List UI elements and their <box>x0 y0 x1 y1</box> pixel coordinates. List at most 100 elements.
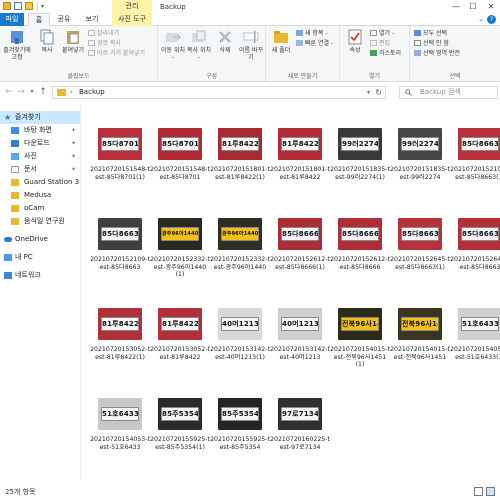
file-item[interactable]: 전북96사1451 20210720154015-test-전북96사1451(1… <box>330 284 390 374</box>
file-name: 20210720151548-test-85다8701(1) <box>90 166 150 181</box>
history-button[interactable]: 히스토리 <box>370 50 401 58</box>
properties-button[interactable]: 속성 <box>342 29 368 54</box>
details-view-icon[interactable] <box>474 487 483 496</box>
recent-chevron-icon[interactable]: ▾ <box>27 87 37 97</box>
file-item[interactable]: 85다8701 20210720151548-test-85다8701 <box>150 104 210 194</box>
file-item[interactable]: 85주5354 20210720155925-test-85주5354(1) <box>150 374 210 464</box>
new-item-button[interactable]: 새 항목 - <box>296 30 328 38</box>
image-thumbnail: 51호6433 <box>98 398 142 430</box>
file-item[interactable]: 51호6433 20210720154053-test-51호6433 <box>90 374 150 464</box>
chevron-down-icon[interactable]: ▾ <box>41 3 44 10</box>
breadcrumb-backup[interactable]: Backup <box>79 87 105 98</box>
file-item[interactable]: 광주96아1440 20210720152332-test-광주96아1440(1… <box>150 194 210 284</box>
file-item[interactable]: 81루8422 20210720153052-test-81루8422(1) <box>90 284 150 374</box>
file-name: 20210720154015-test-전북96사1451 <box>390 346 450 361</box>
paste-shortcut-button[interactable]: 바로 가기 붙여넣기 <box>88 50 145 58</box>
select-all-button[interactable]: 모두 선택 <box>414 30 447 38</box>
organize-group: 이동 위치 - 복사 위치 - 삭제 이름 바꾸기 구성 <box>158 26 266 82</box>
license-plate-text: 51호6433 <box>461 317 499 331</box>
tab-home[interactable]: 홈 <box>28 13 50 27</box>
minimize-button[interactable]: — <box>450 1 462 12</box>
large-icons-view-icon[interactable] <box>486 487 495 496</box>
copy-path-button[interactable]: 경로 복사 <box>88 40 121 48</box>
file-item[interactable]: 85주5354 20210720155925-test-85주5354 <box>210 374 270 464</box>
file-name: 20210720152109-test-85다8663 <box>90 256 150 271</box>
nav-item-research[interactable]: 음식일 연구원 <box>0 215 80 228</box>
paste-button[interactable]: 붙여넣기 <box>60 29 86 54</box>
tab-view[interactable]: 보기 <box>82 13 102 26</box>
file-item[interactable]: 81루8422 20210720151801-test-81루8422 <box>270 104 330 194</box>
tab-picture-tools[interactable]: 사진 도구 <box>112 13 152 26</box>
nav-item-quick-access[interactable]: ★ 즐겨찾기 <box>0 111 80 124</box>
close-button[interactable]: ✕ <box>485 1 497 12</box>
file-item[interactable]: 85다8663 20210720152645-test-85다8663 <box>450 194 500 284</box>
delete-button[interactable]: 삭제 <box>212 29 238 54</box>
file-item[interactable]: 81루8422 20210720153052-test-81루8422 <box>150 284 210 374</box>
address-bar[interactable]: › Backup ▾ ↻ <box>52 86 386 99</box>
invert-selection-button[interactable]: 선택 영역 반전 <box>414 50 460 58</box>
pin-icon[interactable]: ✦ <box>71 124 76 137</box>
file-item[interactable]: 99러2274 20210720151835-test-99러2274 <box>390 104 450 194</box>
nav-item-downloads[interactable]: 다운로드 ✦ <box>0 137 80 150</box>
file-item[interactable]: 85다8666 20210720152612-test-85다8666 <box>330 194 390 284</box>
up-arrow-icon[interactable]: ↑ <box>38 87 48 97</box>
file-item[interactable]: 40머1213 20210720153142-test-40머1213 <box>270 284 330 374</box>
nav-item-documents[interactable]: 문서 ✦ <box>0 163 80 176</box>
file-item[interactable]: 광주96아1440 20210720152332-test-광주96아1440 <box>210 194 270 284</box>
file-item[interactable]: 51호6433 20210720154053-test-51호6433(1) <box>450 284 500 374</box>
open-button[interactable]: 열기 - <box>370 30 394 38</box>
pin-icon[interactable]: ✦ <box>71 163 76 176</box>
easy-access-button[interactable]: 빠른 연결 - <box>296 40 333 48</box>
nav-item-ocam[interactable]: oCam <box>0 202 80 215</box>
tab-file[interactable]: 파일 <box>0 13 24 26</box>
move-to-button[interactable]: 이동 위치 - <box>160 29 186 61</box>
image-thumbnail: 85다8663 <box>458 218 500 250</box>
edit-button[interactable]: 편집 <box>370 40 390 48</box>
file-item[interactable]: 85다8663 20210720152109-test-85다8663(1) <box>450 104 500 194</box>
nav-item-desktop[interactable]: 바탕 화면 ✦ <box>0 124 80 137</box>
new-folder-icon[interactable] <box>25 2 33 10</box>
search-input[interactable]: Backup 검색 <box>399 86 498 99</box>
help-icon[interactable]: ? <box>487 15 496 24</box>
maximize-button[interactable]: ☐ <box>467 1 479 12</box>
file-item[interactable]: 85다8701 20210720151548-test-85다8701(1) <box>90 104 150 194</box>
image-thumbnail: 40머1213 <box>218 308 262 340</box>
new-folder-button[interactable]: 새 폴더 <box>268 29 294 54</box>
nav-item-guard-station[interactable]: Guard Station 3 <box>0 176 80 189</box>
folder-icon[interactable] <box>3 2 11 10</box>
nav-item-medusa[interactable]: Medusa <box>0 189 80 202</box>
nav-item-pictures[interactable]: 사진 ✦ <box>0 150 80 163</box>
cut-button[interactable]: 잘라내기 <box>88 30 119 38</box>
select-none-button[interactable]: 선택 안 함 <box>414 40 449 48</box>
group-label: 새로 만들기 <box>287 73 318 80</box>
collapse-ribbon-icon[interactable]: ⌄ <box>478 15 484 23</box>
pin-icon[interactable]: ✦ <box>71 137 76 150</box>
back-arrow-icon[interactable]: ← <box>4 87 14 97</box>
file-item[interactable]: 81루8422 20210720151801-test-81루8422(1) <box>210 104 270 194</box>
pin-quick-access-button[interactable]: 즐겨찾기에 고정 <box>2 29 32 61</box>
nav-item-onedrive[interactable]: OneDrive <box>0 233 80 246</box>
file-item[interactable]: 85다8663 20210720152645-test-85다8663(1) <box>390 194 450 284</box>
image-thumbnail: 81루8422 <box>98 308 142 340</box>
file-item[interactable]: 85다8663 20210720152109-test-85다8663 <box>90 194 150 284</box>
file-item[interactable]: 85다8666 20210720152612-test-85다8666(1) <box>270 194 330 284</box>
select-none-icon <box>414 40 421 46</box>
rename-button[interactable]: 이름 바꾸기 <box>238 29 264 61</box>
refresh-icon[interactable]: ↻ <box>375 87 382 98</box>
pin-icon[interactable]: ✦ <box>71 150 76 163</box>
tab-share[interactable]: 공유 <box>54 13 74 26</box>
forward-arrow-icon[interactable]: → <box>16 87 26 97</box>
file-item[interactable]: 전북96사1451 20210720154015-test-전북96사1451 <box>390 284 450 374</box>
copy-button[interactable]: 복사 <box>34 29 60 54</box>
file-item[interactable]: 99러2274 20210720151835-test-99러2274(1) <box>330 104 390 194</box>
nav-item-this-pc[interactable]: 내 PC <box>0 251 80 264</box>
copy-to-button[interactable]: 복사 위치 - <box>186 29 212 61</box>
nav-item-network[interactable]: 네트워크 <box>0 269 80 282</box>
file-item[interactable]: 40머1213 20210720153142-test-40머1213(1) <box>210 284 270 374</box>
paste-icon <box>65 29 81 45</box>
history-icon <box>370 50 377 56</box>
chevron-down-icon[interactable]: ▾ <box>367 87 370 98</box>
properties-check-icon[interactable] <box>14 2 22 10</box>
clipboard-group: 즐겨찾기에 고정 복사 붙여넣기 잘라내기 경로 복사 바로 가기 붙여넣기 클… <box>0 26 158 82</box>
file-item[interactable]: 97로7134 20210720160225-test-97로7134 <box>270 374 330 464</box>
